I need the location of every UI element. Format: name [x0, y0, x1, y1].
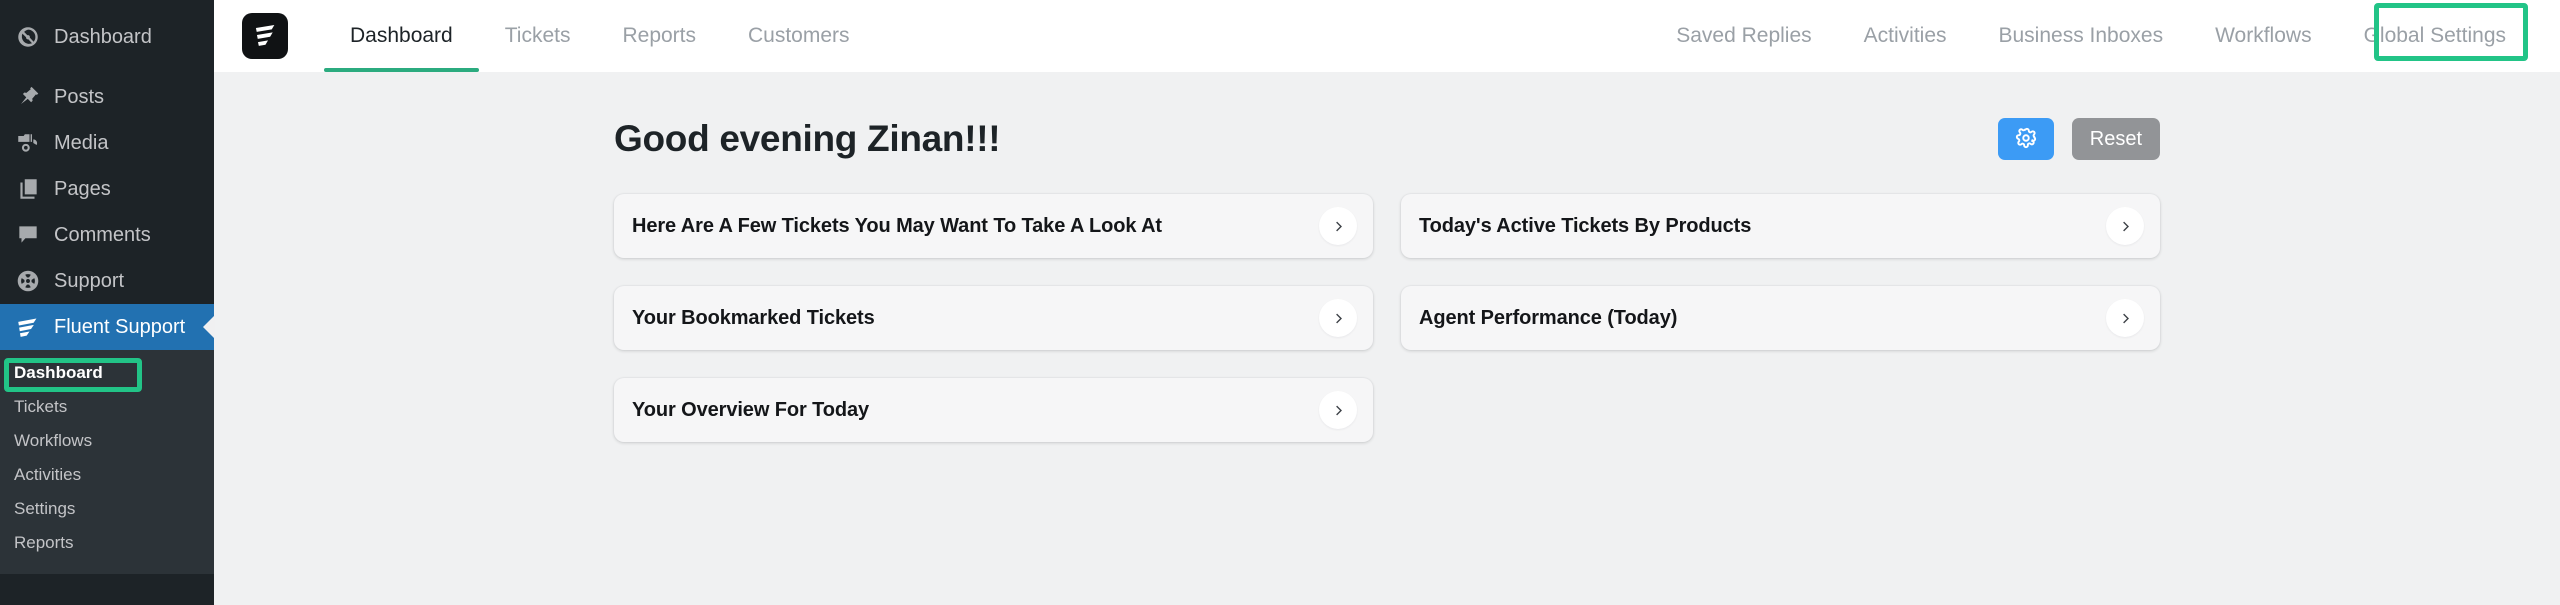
lifebuoy-icon — [14, 267, 42, 295]
sidebar-item-label: Media — [54, 132, 109, 154]
sidebar-item-label: Support — [54, 270, 125, 292]
gear-icon — [2015, 127, 2037, 152]
submenu-item-settings[interactable]: Settings — [0, 492, 214, 526]
dashboard-content: Good evening Zinan!!! Reset Here Are A F… — [214, 72, 2560, 442]
sidebar-item-fluent-support[interactable]: Fluent Support — [0, 304, 214, 350]
nav-item-reports[interactable]: Reports — [596, 0, 722, 72]
page-title: Good evening Zinan!!! — [614, 118, 1001, 159]
sidebar-item-media[interactable]: Media — [0, 120, 214, 166]
nav-item-workflows[interactable]: Workflows — [2189, 0, 2337, 72]
nav-item-dashboard[interactable]: Dashboard — [324, 0, 479, 72]
header-actions: Reset — [1997, 118, 2160, 160]
submenu-item-activities[interactable]: Activities — [0, 458, 214, 492]
card-overview-today[interactable]: Your Overview For Today — [614, 378, 1373, 442]
wp-admin-sidebar: Dashboard Posts Media Pages Comments Sup… — [0, 0, 214, 605]
nav-item-customers[interactable]: Customers — [722, 0, 876, 72]
submenu-item-reports[interactable]: Reports — [0, 526, 214, 560]
nav-item-activities[interactable]: Activities — [1838, 0, 1973, 72]
app-screen: Dashboard Posts Media Pages Comments Sup… — [0, 0, 2560, 605]
gauge-icon — [14, 23, 42, 51]
sidebar-item-dashboard[interactable]: Dashboard — [0, 14, 214, 60]
sidebar-item-posts[interactable]: Posts — [0, 74, 214, 120]
chevron-right-icon[interactable] — [2106, 207, 2144, 245]
card-title: Here Are A Few Tickets You May Want To T… — [632, 214, 1162, 237]
sidebar-item-pages[interactable]: Pages — [0, 166, 214, 212]
sidebar-item-label: Posts — [54, 86, 105, 108]
card-suggested-tickets[interactable]: Here Are A Few Tickets You May Want To T… — [614, 194, 1373, 258]
media-camera-icon — [14, 129, 42, 157]
card-active-tickets-by-products[interactable]: Today's Active Tickets By Products — [1401, 194, 2160, 258]
card-title: Your Overview For Today — [632, 398, 870, 421]
card-title: Agent Performance (Today) — [1419, 306, 1678, 329]
nav-item-saved-replies[interactable]: Saved Replies — [1650, 0, 1837, 72]
wp-admin-menu: Dashboard Posts Media Pages Comments Sup… — [0, 0, 214, 574]
sidebar-item-comments[interactable]: Comments — [0, 212, 214, 258]
nav-item-global-settings[interactable]: Global Settings — [2338, 0, 2534, 72]
sidebar-item-label: Pages — [54, 178, 111, 200]
pin-icon — [14, 83, 42, 111]
submenu-item-workflows[interactable]: Workflows — [0, 424, 214, 458]
fluent-support-logo-icon[interactable] — [242, 13, 288, 59]
main-pane: Dashboard Tickets Reports Customers Save… — [214, 0, 2560, 605]
chevron-right-icon[interactable] — [1319, 207, 1357, 245]
sidebar-separator — [0, 60, 214, 74]
sidebar-item-label: Comments — [54, 224, 151, 246]
pages-icon — [14, 175, 42, 203]
dashboard-cards: Here Are A Few Tickets You May Want To T… — [614, 194, 2160, 442]
app-top-bar: Dashboard Tickets Reports Customers Save… — [214, 0, 2560, 72]
primary-nav: Dashboard Tickets Reports Customers — [324, 0, 876, 72]
reset-button[interactable]: Reset — [2071, 118, 2160, 160]
sidebar-item-support[interactable]: Support — [0, 258, 214, 304]
nav-item-tickets[interactable]: Tickets — [479, 0, 597, 72]
card-title: Your Bookmarked Tickets — [632, 306, 875, 329]
sidebar-item-label: Fluent Support — [54, 316, 186, 338]
comment-bubble-icon — [14, 221, 42, 249]
nav-item-business-inboxes[interactable]: Business Inboxes — [1973, 0, 2190, 72]
card-agent-performance[interactable]: Agent Performance (Today) — [1401, 286, 2160, 350]
cards-right-column: Today's Active Tickets By Products Agent… — [1401, 194, 2160, 442]
dashboard-settings-button[interactable] — [1997, 118, 2054, 160]
dashboard-header-row: Good evening Zinan!!! Reset — [614, 72, 2160, 160]
card-title: Today's Active Tickets By Products — [1419, 214, 1752, 237]
secondary-nav: Saved Replies Activities Business Inboxe… — [1650, 0, 2534, 72]
chevron-right-icon[interactable] — [1319, 299, 1357, 337]
chevron-right-icon[interactable] — [1319, 391, 1357, 429]
submenu-item-tickets[interactable]: Tickets — [0, 390, 214, 424]
cards-left-column: Here Are A Few Tickets You May Want To T… — [614, 194, 1373, 442]
fluent-support-icon — [14, 313, 42, 341]
card-bookmarked-tickets[interactable]: Your Bookmarked Tickets — [614, 286, 1373, 350]
fluent-support-submenu: Dashboard Tickets Workflows Activities S… — [0, 350, 214, 574]
submenu-item-dashboard[interactable]: Dashboard — [0, 356, 214, 390]
sidebar-item-label: Dashboard — [54, 26, 152, 48]
chevron-right-icon[interactable] — [2106, 299, 2144, 337]
